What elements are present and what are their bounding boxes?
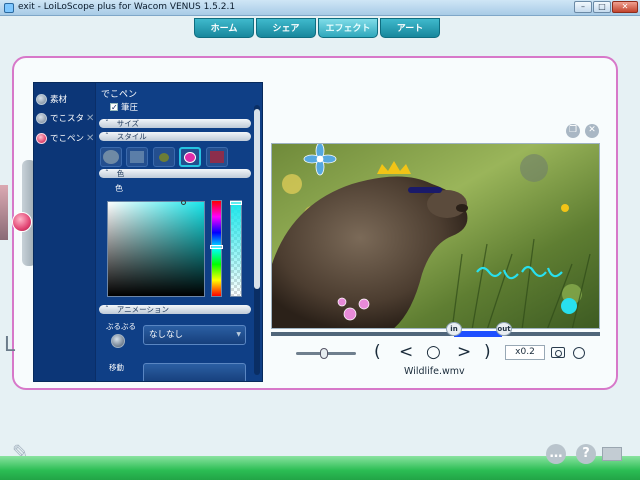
alpha-slider[interactable] — [230, 200, 242, 297]
play-icon[interactable]: ○ — [426, 343, 441, 361]
category-dot-active-icon — [36, 132, 47, 144]
collapse-chevron-icon: ˆ — [105, 169, 109, 178]
category-label: でこペン — [50, 134, 85, 144]
video-preview[interactable] — [271, 143, 600, 329]
style-swatch-1[interactable] — [100, 147, 122, 167]
loop-icon[interactable] — [573, 347, 585, 359]
chevron-down-icon: ▼ — [236, 331, 241, 338]
bubu-label: ぶるぶる — [106, 322, 136, 331]
style-swatch-4-selected[interactable] — [179, 147, 201, 167]
main-tabs: ホーム シェア エフェクト アート — [194, 18, 440, 40]
close-button[interactable]: ✕ — [612, 1, 638, 13]
alpha-slider-knob[interactable] — [230, 201, 242, 205]
panel-scrollbar[interactable] — [254, 105, 260, 375]
step-back-icon[interactable]: ( — [374, 343, 381, 361]
section-color-label: 色 — [116, 169, 125, 178]
tab-art[interactable]: アート — [380, 18, 440, 38]
panel-toggle-icon[interactable] — [12, 212, 32, 232]
tab-home[interactable]: ホーム — [194, 18, 254, 38]
effect-title: でこペン — [101, 90, 138, 100]
category-decosta[interactable]: でこスタ ✕ — [36, 110, 96, 126]
effect-category-list: 素材 でこスタ ✕ でこペン ✕ — [34, 83, 96, 381]
minimize-button[interactable]: – — [574, 1, 592, 13]
section-animation-label: アニメーション — [116, 305, 169, 314]
bubu-icon — [111, 334, 125, 348]
collapse-chevron-icon: ˆ — [105, 305, 109, 314]
close-video-icon[interactable]: ✕ — [585, 124, 599, 138]
move-select[interactable] — [143, 363, 246, 381]
section-animation[interactable]: ˆ アニメーション — [99, 305, 251, 314]
category-dot-icon — [36, 93, 47, 105]
category-label: でこスタ — [50, 114, 85, 124]
tab-share[interactable]: シェア — [256, 18, 316, 38]
app-icon — [4, 3, 14, 13]
bubu-select[interactable]: なしなし ▼ — [143, 325, 246, 345]
alpha-gradient — [231, 201, 241, 296]
playback-speed[interactable]: x0.2 — [505, 345, 545, 360]
category-material[interactable]: 素材 — [36, 91, 96, 107]
effect-panel: 素材 でこスタ ✕ でこペン ✕ でこペン ✓ 筆圧 ˇ サイズ ˆ スタイル — [33, 82, 263, 382]
out-marker[interactable]: out — [496, 322, 512, 336]
swatch-fill — [184, 152, 196, 163]
section-style[interactable]: ˆ スタイル — [99, 132, 251, 141]
pressure-label: 筆圧 — [121, 103, 139, 113]
remove-x-icon[interactable]: ✕ — [86, 113, 94, 124]
collapse-chevron-icon: ˇ — [105, 119, 109, 128]
pressure-checkbox[interactable]: ✓ 筆圧 — [110, 101, 138, 113]
in-marker[interactable]: in — [446, 322, 462, 336]
effect-settings: でこペン ✓ 筆圧 ˇ サイズ ˆ スタイル ˆ 色 色 ˆ アニメーション ぶ… — [96, 83, 262, 381]
remove-x-icon[interactable]: ✕ — [86, 133, 94, 144]
hue-slider-knob[interactable] — [210, 245, 223, 249]
collapse-chevron-icon: ˆ — [105, 132, 109, 141]
snapshot-camera-icon[interactable] — [551, 347, 565, 358]
panel-scrollbar-thumb[interactable] — [254, 109, 260, 289]
maximize-button[interactable]: □ — [593, 1, 611, 13]
status-strip — [0, 456, 640, 480]
tab-effect[interactable]: エフェクト — [318, 18, 378, 38]
video-filename: Wildlife.wmv — [404, 366, 465, 377]
help-icon[interactable]: ? — [576, 444, 596, 464]
bubu-select-value: なしなし — [149, 330, 184, 340]
window-title: exit - LoiLoScope plus for Wacom VENUS 1… — [18, 2, 236, 12]
category-dot-icon — [36, 112, 47, 124]
style-swatch-2[interactable] — [126, 147, 148, 167]
next-icon[interactable]: > — [457, 343, 471, 361]
clip-thumbnail-edge[interactable] — [0, 185, 8, 240]
edge-letter-l: L — [4, 332, 16, 356]
swatch-fill — [159, 153, 169, 162]
title-bar: exit - LoiLoScope plus for Wacom VENUS 1… — [0, 0, 640, 16]
mail-icon[interactable] — [602, 447, 622, 461]
style-swatch-3[interactable] — [153, 147, 175, 167]
step-forward-icon[interactable]: ) — [484, 343, 491, 361]
color-picker-knob[interactable] — [181, 200, 186, 205]
swatch-fill — [210, 151, 224, 163]
hue-slider[interactable] — [210, 200, 223, 297]
move-label: 移動 — [109, 363, 124, 372]
section-style-label: スタイル — [116, 132, 147, 141]
color-picker-square[interactable] — [107, 200, 205, 297]
color-label: 色 — [115, 184, 123, 193]
section-size[interactable]: ˇ サイズ — [99, 119, 251, 128]
restore-icon[interactable]: ❐ — [566, 124, 580, 138]
style-swatch-5[interactable] — [206, 147, 228, 167]
checkbox-checked-icon[interactable]: ✓ — [110, 103, 118, 112]
category-label: 素材 — [50, 95, 68, 105]
volume-slider-knob[interactable] — [320, 348, 328, 359]
chat-bubble-icon[interactable]: … — [546, 444, 566, 464]
video-frame-image — [272, 144, 599, 328]
category-decopen[interactable]: でこペン ✕ — [36, 130, 96, 146]
volume-slider[interactable] — [296, 348, 356, 359]
swatch-fill — [130, 151, 144, 163]
section-color[interactable]: ˆ 色 — [99, 169, 251, 178]
section-size-label: サイズ — [116, 119, 140, 128]
previous-icon[interactable]: < — [399, 343, 413, 361]
timeline-track[interactable] — [271, 331, 600, 337]
swatch-fill — [103, 150, 119, 164]
